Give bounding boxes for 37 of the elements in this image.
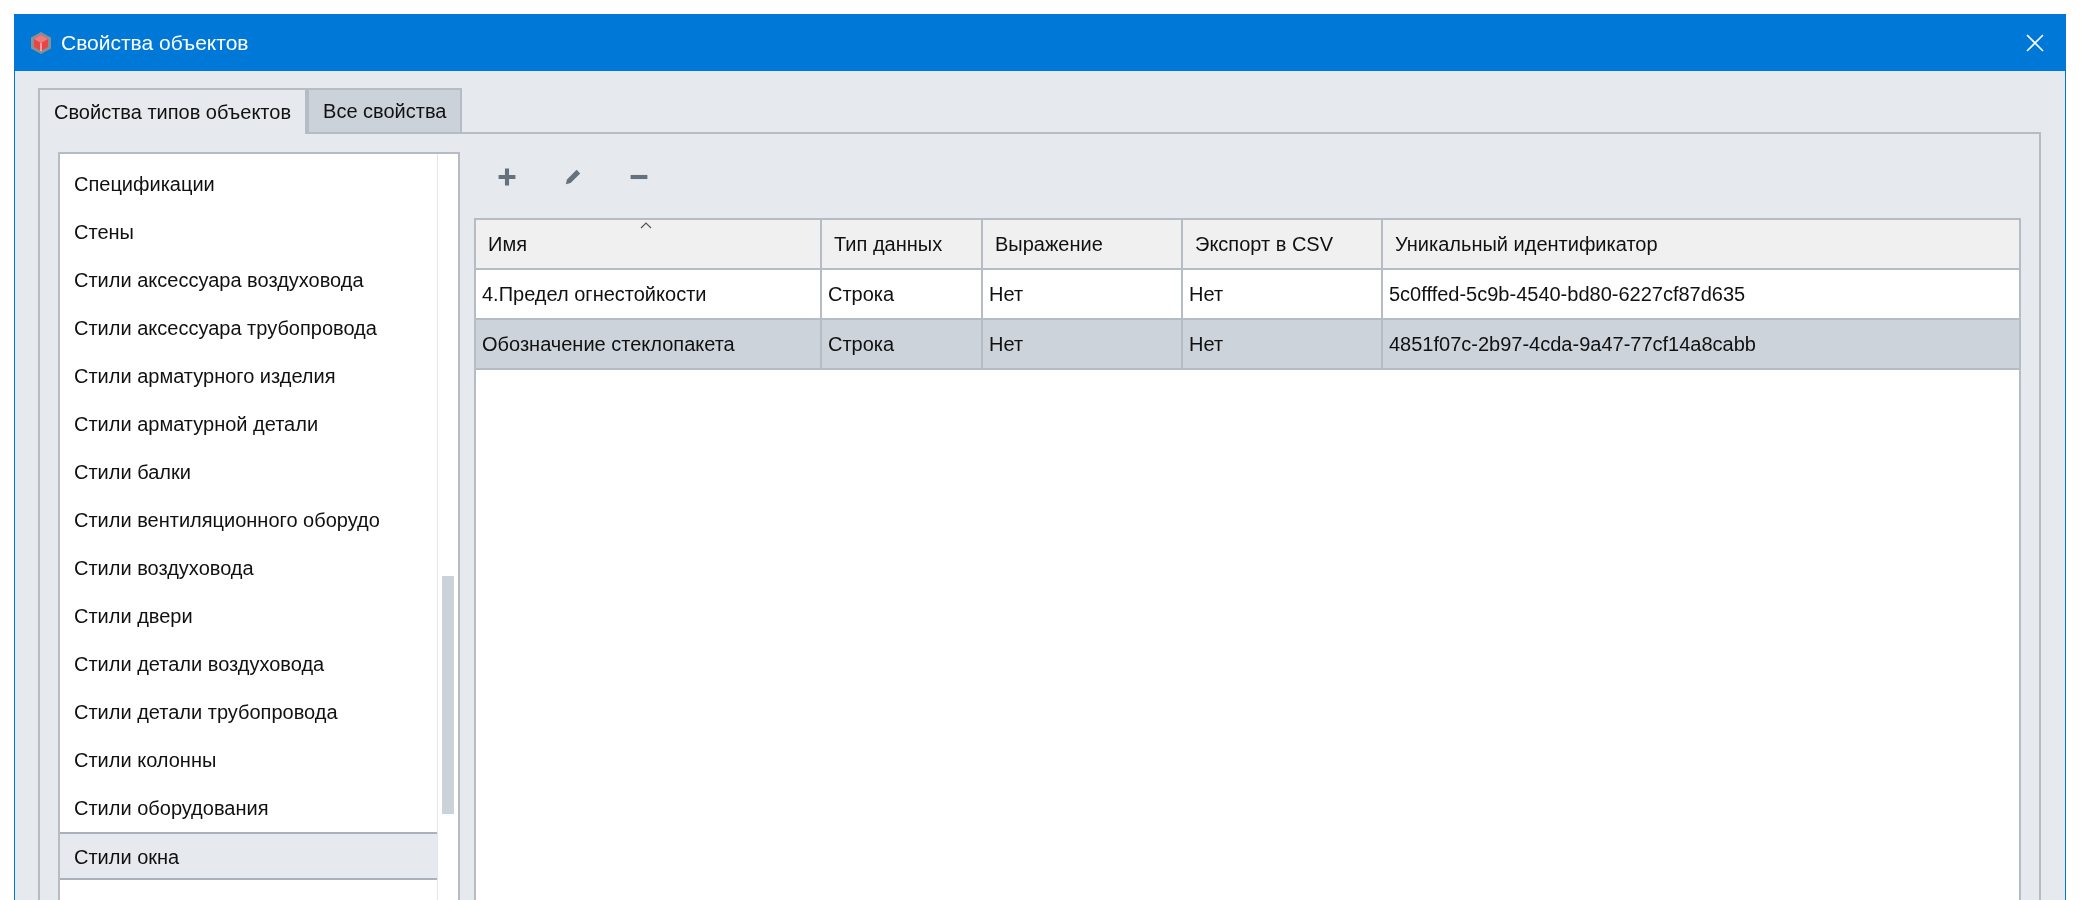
close-icon[interactable]: [2025, 33, 2045, 53]
table-cell: Нет: [1183, 270, 1383, 318]
table-cell: Нет: [1183, 320, 1383, 368]
table-cell: Обозначение стеклопакета: [476, 320, 822, 368]
table-cell: Нет: [983, 270, 1183, 318]
tab[interactable]: Свойства типов объектов: [38, 88, 308, 134]
list-item[interactable]: Стили аксессуара воздуховода: [60, 256, 437, 304]
tab[interactable]: Все свойства: [307, 88, 463, 132]
table-cell: 4.Предел огнестойкости: [476, 270, 822, 318]
table-cell: Строка: [822, 270, 983, 318]
window-title: Свойства объектов: [61, 31, 250, 55]
list-item[interactable]: Стили окна: [60, 832, 437, 880]
list-item[interactable]: Стили двери: [60, 592, 437, 640]
table-row[interactable]: Обозначение стеклопакета Строка Нет Нет 4851f07c-2b97-4cda-9a47-77cf14a8cabb: [476, 320, 2019, 370]
list-item[interactable]: Стили аксессуара трубопровода: [60, 304, 437, 352]
cube-icon: [29, 31, 53, 55]
table-cell-text: 4851f07c-2b97-4cda-9a47-77cf14a8cabb: [1388, 331, 1757, 357]
list-item[interactable]: Стили арматурной детали: [60, 400, 437, 448]
list-item[interactable]: Стили детали трубопровода: [60, 688, 437, 736]
table-cell-text: 5c0fffed-5c9b-4540-bd80-6227cf87d635: [1388, 281, 1747, 307]
column-header[interactable]: Тип данных: [822, 220, 983, 268]
list-item[interactable]: Стили арматурного изделия: [60, 352, 437, 400]
table-cell: Нет: [983, 320, 1183, 368]
list-item[interactable]: Стили детали воздуховода: [60, 640, 437, 688]
table-cell: Строка: [822, 320, 983, 368]
scrollbar-thumb[interactable]: [442, 576, 454, 814]
column-header[interactable]: Выражение: [983, 220, 1183, 268]
list-item[interactable]: Стены: [60, 208, 437, 256]
list-item[interactable]: Стили воздуховода: [60, 544, 437, 592]
list-item[interactable]: Стили оборудования: [60, 784, 437, 832]
list-item[interactable]: Стили вентиляционного оборудо: [60, 496, 437, 544]
column-header[interactable]: Уникальный идентификатор: [1383, 220, 2019, 268]
column-header[interactable]: Экспорт в CSV: [1183, 220, 1383, 268]
list-item[interactable]: Спецификации: [60, 160, 437, 208]
list-item[interactable]: Стили балки: [60, 448, 437, 496]
list-item[interactable]: Стили колонны: [60, 736, 437, 784]
column-header[interactable]: Имя: [476, 220, 822, 268]
